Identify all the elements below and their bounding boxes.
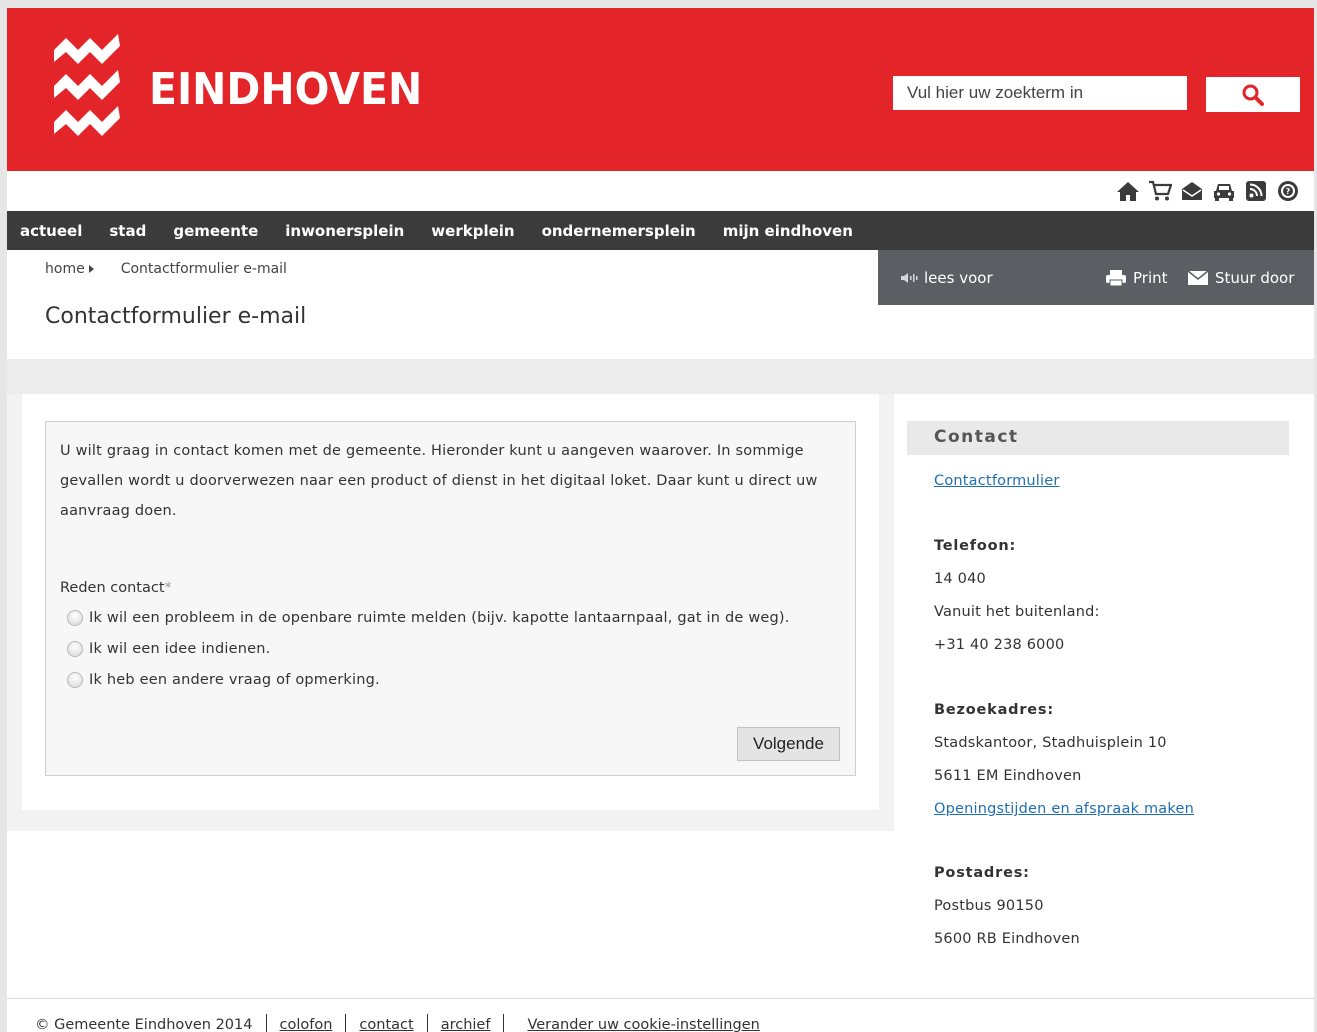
reason-label-text: Reden contact — [60, 580, 165, 596]
phone-heading: Telefoon: — [934, 538, 1017, 554]
footer-divider — [7, 998, 1314, 999]
reason-option-other[interactable]: Ik heb een andere vraag of opmerking. — [67, 672, 380, 688]
post-heading: Postadres: — [934, 865, 1030, 881]
nav-item-actueel[interactable]: actueel — [20, 222, 82, 240]
radio-button[interactable] — [67, 641, 83, 657]
read-aloud-button[interactable]: lees voor — [900, 250, 993, 305]
reason-option-idea[interactable]: Ik wil een idee indienen. — [67, 641, 270, 657]
main-nav: actueel stad gemeente inwonersplein werk… — [7, 211, 1314, 250]
site-footer: © Gemeente Eindhoven 2014 colofon contac… — [35, 1014, 760, 1032]
print-button[interactable]: Print — [1105, 250, 1168, 305]
footer-link-contact[interactable]: contact — [359, 1017, 413, 1032]
page-title: Contactformulier e-mail — [45, 304, 307, 329]
rss-icon[interactable] — [1243, 180, 1268, 202]
nav-item-gemeente[interactable]: gemeente — [173, 222, 258, 240]
cart-icon[interactable] — [1147, 180, 1172, 202]
visit-address-line1: Stadskantoor, Stadhuisplein 10 — [934, 735, 1167, 751]
logo-icon[interactable] — [52, 32, 122, 140]
print-label: Print — [1133, 268, 1168, 287]
breadcrumb-home[interactable]: home — [45, 261, 85, 277]
search-input[interactable] — [893, 76, 1187, 110]
page: EINDHOVEN ? actueel stad — [7, 8, 1314, 1032]
logo-text[interactable]: EINDHOVEN — [149, 64, 422, 115]
nav-item-werkplein[interactable]: werkplein — [431, 222, 514, 240]
visit-heading: Bezoekadres: — [934, 702, 1054, 718]
footer-separator — [503, 1014, 505, 1032]
send-label: Stuur door — [1215, 268, 1295, 287]
required-mark: * — [164, 580, 172, 596]
radio-button[interactable] — [67, 672, 83, 688]
reason-option-label: Ik wil een probleem in de openbare ruimt… — [89, 610, 790, 626]
speaker-icon — [901, 272, 918, 283]
car-icon[interactable] — [1211, 180, 1236, 202]
search-button[interactable] — [1206, 77, 1300, 112]
reason-option-label: Ik heb een andere vraag of opmerking. — [89, 672, 380, 688]
contact-heading-bar: Contact — [907, 421, 1289, 455]
abroad-phone: +31 40 238 6000 — [934, 637, 1065, 653]
send-button[interactable]: Stuur door — [1187, 250, 1294, 305]
footer-link-cookies[interactable]: Verander uw cookie-instellingen — [527, 1017, 759, 1032]
footer-link-archief[interactable]: archief — [441, 1017, 491, 1032]
help-icon[interactable]: ? — [1275, 180, 1300, 202]
read-aloud-label: lees voor — [924, 268, 993, 287]
opening-hours-link[interactable]: Openingstijden en afspraak maken — [934, 801, 1194, 817]
search-icon — [1242, 84, 1264, 106]
radio-button[interactable] — [67, 610, 83, 626]
form-intro: U wilt graag in contact komen met de gem… — [60, 443, 818, 519]
reason-label: Reden contact* — [60, 580, 172, 596]
post-address-line1: Postbus 90150 — [934, 898, 1044, 914]
nav-item-inwonersplein[interactable]: inwonersplein — [285, 222, 404, 240]
copyright: © Gemeente Eindhoven 2014 — [35, 1017, 253, 1032]
nav-item-mijn-eindhoven[interactable]: mijn eindhoven — [723, 222, 853, 240]
svg-text:?: ? — [1285, 187, 1290, 196]
contact-form-link[interactable]: Contactformulier — [934, 473, 1060, 489]
contact-heading: Contact — [934, 427, 1019, 447]
footer-separator — [426, 1014, 428, 1032]
reason-option-label: Ik wil een idee indienen. — [89, 641, 271, 657]
site-header: EINDHOVEN — [7, 8, 1314, 171]
divider-strip — [7, 359, 1314, 394]
footer-separator — [265, 1014, 267, 1032]
visit-address-line2: 5611 EM Eindhoven — [934, 768, 1082, 784]
quick-icons: ? — [1115, 180, 1300, 202]
breadcrumb-arrow-icon — [88, 265, 94, 273]
footer-link-colofon[interactable]: colofon — [280, 1017, 333, 1032]
envelope-icon — [1187, 269, 1209, 285]
phone-number: 14 040 — [934, 571, 986, 587]
mail-icon[interactable] — [1179, 180, 1204, 202]
nav-item-ondernemersplein[interactable]: ondernemersplein — [542, 222, 696, 240]
post-address-line2: 5600 RB Eindhoven — [934, 931, 1080, 947]
breadcrumb: home Contactformulier e-mail — [45, 261, 287, 277]
home-icon[interactable] — [1115, 180, 1140, 202]
page-toolbar: lees voor Print Stuur door — [878, 250, 1314, 305]
printer-icon — [1106, 269, 1126, 286]
reason-option-problem[interactable]: Ik wil een probleem in de openbare ruimt… — [67, 610, 790, 626]
breadcrumb-current: Contactformulier e-mail — [120, 261, 287, 277]
abroad-label: Vanuit het buitenland: — [934, 604, 1100, 620]
next-button[interactable]: Volgende — [737, 727, 840, 761]
nav-item-stad[interactable]: stad — [109, 222, 146, 240]
footer-separator — [345, 1014, 347, 1032]
